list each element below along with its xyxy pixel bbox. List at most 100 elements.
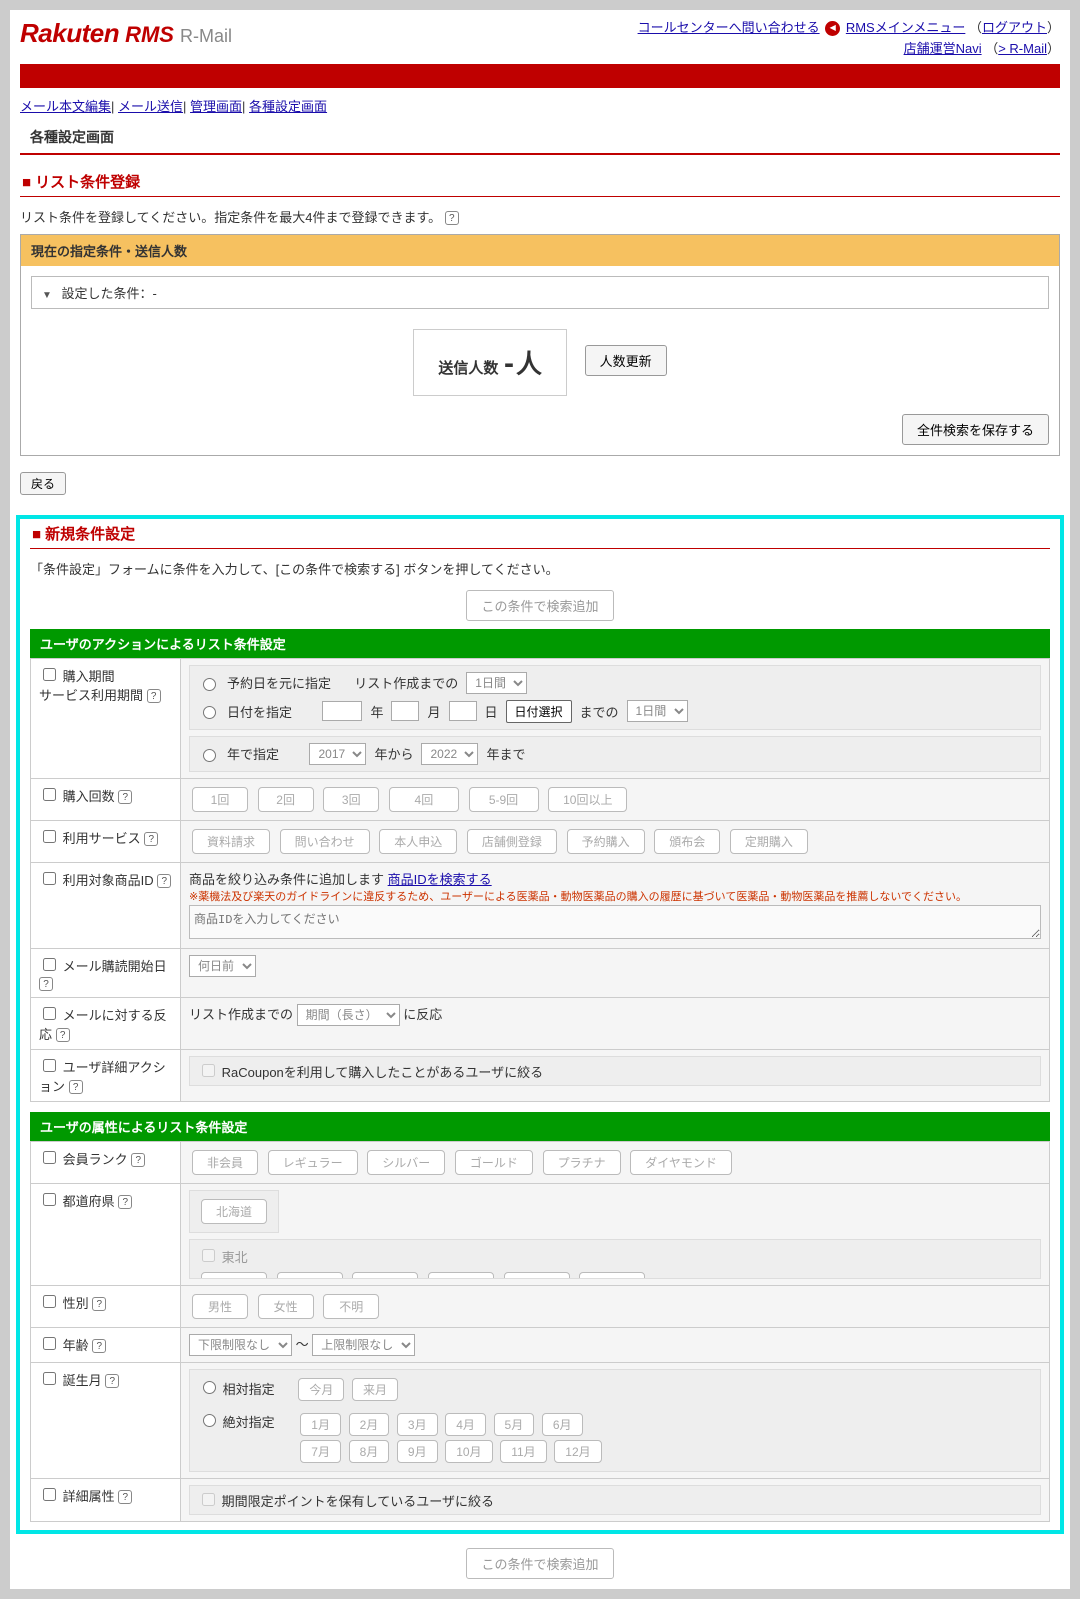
product-id-textarea[interactable] bbox=[189, 905, 1041, 939]
count-pill[interactable]: 2回 bbox=[258, 787, 314, 812]
call-center-link[interactable]: コールセンターへ問い合わせる bbox=[638, 20, 820, 35]
rank-pill[interactable]: ゴールド bbox=[455, 1150, 533, 1175]
help-icon[interactable] bbox=[56, 1028, 70, 1042]
absolute-radio[interactable] bbox=[203, 1414, 216, 1427]
mail-react-checkbox[interactable] bbox=[43, 1007, 56, 1020]
product-search-link[interactable]: 商品IDを検索する bbox=[388, 872, 492, 887]
rank-pill[interactable]: ダイヤモンド bbox=[630, 1150, 732, 1175]
month-pill[interactable]: 8月 bbox=[349, 1440, 390, 1463]
rank-checkbox[interactable] bbox=[43, 1151, 56, 1164]
month-pill[interactable]: 12月 bbox=[554, 1440, 601, 1463]
racoupon-checkbox[interactable] bbox=[202, 1064, 215, 1077]
cond-box[interactable]: ▼ 設定した条件：- bbox=[31, 276, 1049, 309]
help-icon[interactable] bbox=[147, 689, 161, 703]
month-pill[interactable]: 6月 bbox=[542, 1413, 583, 1436]
month-pill[interactable]: 9月 bbox=[397, 1440, 438, 1463]
user-detail-checkbox[interactable] bbox=[43, 1059, 56, 1072]
rank-pill[interactable]: レギュラー bbox=[268, 1150, 358, 1175]
help-icon[interactable] bbox=[69, 1080, 83, 1094]
help-icon[interactable] bbox=[157, 874, 171, 888]
help-icon[interactable] bbox=[118, 1195, 132, 1209]
footer-add-button[interactable]: この条件で検索追加 bbox=[466, 1548, 613, 1579]
gender-pill[interactable]: 女性 bbox=[258, 1294, 314, 1319]
age-min-select[interactable]: 下限制限なし bbox=[189, 1334, 292, 1356]
count-pill[interactable]: 5-9回 bbox=[469, 787, 539, 812]
rel-month-pill[interactable]: 今月 bbox=[298, 1378, 344, 1401]
save-all-button[interactable]: 全件検索を保存する bbox=[902, 414, 1049, 445]
detail-attr-checkbox[interactable] bbox=[43, 1488, 56, 1501]
year-input[interactable] bbox=[322, 701, 362, 721]
month-input[interactable] bbox=[391, 701, 419, 721]
month-pill[interactable]: 2月 bbox=[349, 1413, 390, 1436]
help-icon[interactable] bbox=[144, 832, 158, 846]
help-icon[interactable] bbox=[118, 1490, 132, 1504]
update-count-button[interactable]: 人数更新 bbox=[585, 345, 667, 376]
rmail-link[interactable]: > R-Mail bbox=[998, 41, 1047, 56]
rel-month-pill[interactable]: 来月 bbox=[352, 1378, 398, 1401]
count-pill[interactable]: 4回 bbox=[389, 787, 459, 812]
year-to-select[interactable]: 2022 bbox=[421, 743, 478, 765]
rank-pill[interactable]: シルバー bbox=[367, 1150, 445, 1175]
date-radio[interactable] bbox=[203, 706, 216, 719]
help-icon[interactable] bbox=[105, 1374, 119, 1388]
service-pill[interactable]: 定期購入 bbox=[730, 829, 808, 854]
mail-start-select[interactable]: 何日前 bbox=[189, 955, 256, 977]
count-pill[interactable]: 1回 bbox=[192, 787, 248, 812]
pref-pill[interactable]: 北海道 bbox=[201, 1199, 267, 1224]
month-pill[interactable]: 3月 bbox=[397, 1413, 438, 1436]
service-pill[interactable]: 頒布会 bbox=[654, 829, 720, 854]
mail-start-checkbox[interactable] bbox=[43, 958, 56, 971]
service-pill[interactable]: 資料請求 bbox=[192, 829, 270, 854]
pref-pill[interactable]: 秋田県 bbox=[428, 1272, 494, 1279]
service-pill[interactable]: 本人申込 bbox=[379, 829, 457, 854]
year-from-select[interactable]: 2017 bbox=[309, 743, 366, 765]
month-pill[interactable]: 5月 bbox=[494, 1413, 535, 1436]
period-select[interactable]: 1日間 bbox=[466, 672, 527, 694]
date-pick-button[interactable]: 日付選択 bbox=[506, 700, 572, 723]
help-icon[interactable] bbox=[39, 977, 53, 991]
service-pill[interactable]: 予約購入 bbox=[567, 829, 645, 854]
month-pill[interactable]: 11月 bbox=[500, 1440, 546, 1463]
month-pill[interactable]: 1月 bbox=[300, 1413, 341, 1436]
pref-checkbox[interactable] bbox=[43, 1193, 56, 1206]
store-navi-link[interactable]: 店舗運営Navi bbox=[904, 41, 982, 56]
rank-pill[interactable]: 非会員 bbox=[192, 1150, 258, 1175]
back-button[interactable]: 戻る bbox=[20, 472, 66, 495]
count-pill[interactable]: 3回 bbox=[323, 787, 379, 812]
month-pill[interactable]: 7月 bbox=[300, 1440, 341, 1463]
product-id-checkbox[interactable] bbox=[43, 872, 56, 885]
logout-link[interactable]: ログアウト bbox=[982, 20, 1047, 35]
month-pill[interactable]: 10月 bbox=[445, 1440, 492, 1463]
help-icon[interactable] bbox=[92, 1339, 106, 1353]
month-pill[interactable]: 4月 bbox=[445, 1413, 486, 1436]
pref-pill[interactable]: 青森県 bbox=[201, 1272, 267, 1279]
relative-radio[interactable] bbox=[203, 1381, 216, 1394]
add-condition-button[interactable]: この条件で検索追加 bbox=[466, 590, 613, 621]
gender-pill[interactable]: 男性 bbox=[192, 1294, 248, 1319]
help-icon[interactable] bbox=[445, 211, 459, 225]
bc-admin[interactable]: 管理画面 bbox=[190, 99, 242, 114]
bc-settings[interactable]: 各種設定画面 bbox=[249, 99, 327, 114]
help-icon[interactable] bbox=[92, 1297, 106, 1311]
gender-pill[interactable]: 不明 bbox=[323, 1294, 379, 1319]
count-pill[interactable]: 10回以上 bbox=[548, 787, 627, 812]
period-select-2[interactable]: 1日間 bbox=[627, 700, 688, 722]
service-pill[interactable]: 店舗側登録 bbox=[467, 829, 557, 854]
main-menu-link[interactable]: RMSメインメニュー bbox=[846, 20, 966, 35]
pref-pill[interactable]: 山形県 bbox=[504, 1272, 570, 1279]
bc-mail-send[interactable]: メール送信 bbox=[118, 99, 183, 114]
purchase-count-checkbox[interactable] bbox=[43, 788, 56, 801]
tohoku-checkbox[interactable] bbox=[202, 1249, 215, 1262]
reserve-radio[interactable] bbox=[203, 678, 216, 691]
pref-pill[interactable]: 福島県 bbox=[579, 1272, 645, 1279]
pref-pill[interactable]: 岩手県 bbox=[277, 1272, 343, 1279]
year-range-radio[interactable] bbox=[203, 749, 216, 762]
purchase-period-checkbox[interactable] bbox=[43, 668, 56, 681]
age-checkbox[interactable] bbox=[43, 1337, 56, 1350]
service-pill[interactable]: 問い合わせ bbox=[280, 829, 370, 854]
gender-checkbox[interactable] bbox=[43, 1295, 56, 1308]
bc-mail-edit[interactable]: メール本文編集 bbox=[20, 99, 111, 114]
day-input[interactable] bbox=[449, 701, 477, 721]
help-icon[interactable] bbox=[118, 790, 132, 804]
pref-pill[interactable]: 宮城県 bbox=[352, 1272, 418, 1279]
